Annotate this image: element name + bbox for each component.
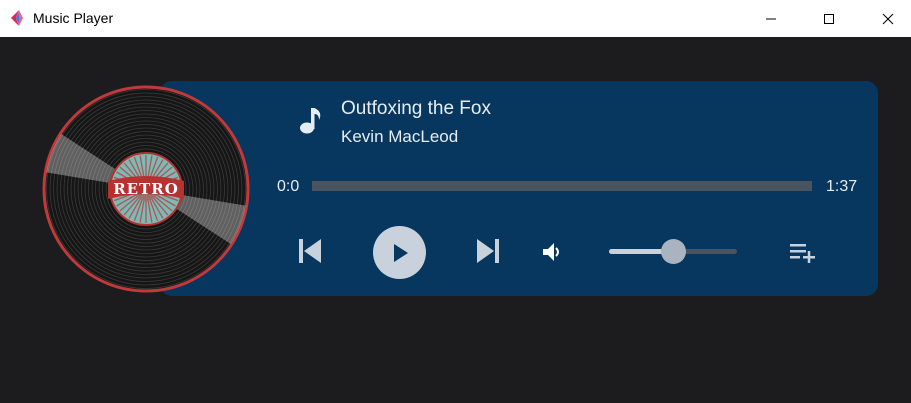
window-title: Music Player [33, 10, 114, 26]
minimize-button[interactable] [748, 0, 794, 37]
add-to-playlist-button[interactable] [787, 239, 819, 265]
minimize-icon [766, 18, 776, 19]
maximize-button[interactable] [806, 0, 852, 37]
song-title: Outfoxing the Fox [341, 98, 491, 119]
maximize-icon [824, 13, 834, 24]
skip-previous-icon [299, 239, 321, 263]
music-player-window: Music Player RETRO Outfoxing the Fox Kev… [0, 0, 911, 403]
volume-button[interactable] [537, 238, 565, 266]
progress-bar[interactable] [312, 181, 812, 191]
close-button[interactable] [865, 0, 911, 37]
close-icon [882, 13, 894, 24]
music-note-icon [300, 108, 321, 134]
app-logo-icon [11, 10, 23, 26]
volume-slider[interactable] [609, 239, 737, 264]
album-art-vinyl: RETRO [42, 85, 250, 293]
volume-slider-thumb[interactable] [661, 239, 686, 264]
skip-next-icon [477, 239, 499, 263]
previous-button[interactable] [293, 234, 327, 268]
volume-icon [543, 243, 559, 261]
song-artist: Kevin MacLeod [341, 127, 459, 146]
play-icon [393, 243, 408, 262]
total-time: 1:37 [826, 178, 858, 195]
next-button[interactable] [471, 234, 505, 268]
album-label: RETRO [113, 180, 179, 198]
play-button[interactable] [373, 226, 426, 279]
current-time: 0:0 [277, 178, 300, 195]
playlist-add-icon [790, 244, 815, 263]
title-bar: Music Player [0, 0, 911, 37]
